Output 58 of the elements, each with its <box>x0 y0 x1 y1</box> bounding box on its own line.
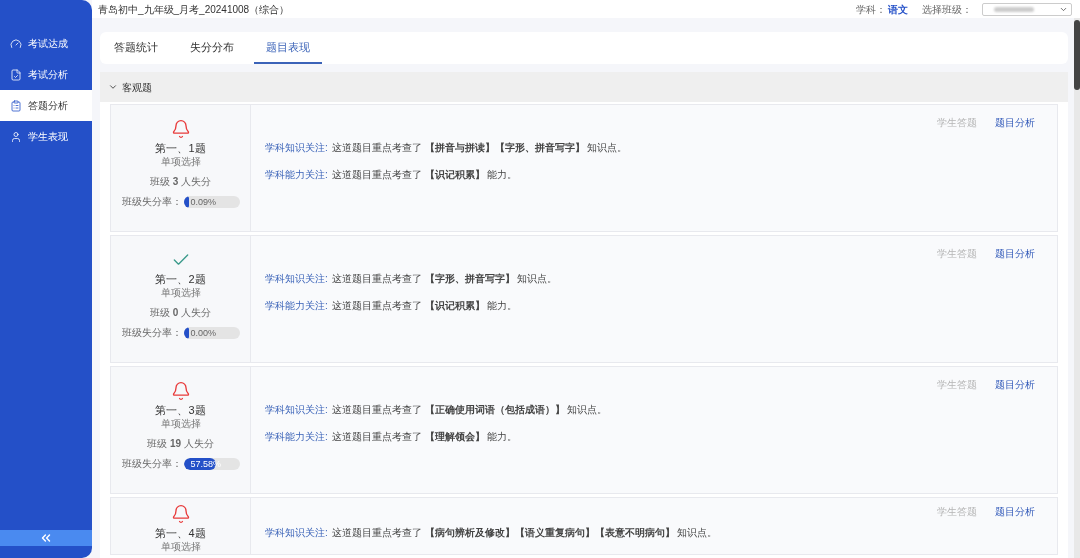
class-select[interactable] <box>982 2 1072 16</box>
ability-label: 学科能力关注: <box>265 168 328 182</box>
class-select-label: 选择班级： <box>922 2 972 17</box>
knowledge-text: 这道题目重点考查了 【正确使用词语（包括成语）】 知识点。 <box>331 403 608 417</box>
rate-label: 班级失分率： <box>121 326 182 340</box>
action-link[interactable]: 题目分析 <box>987 113 1043 132</box>
knowledge-label: 学科知识关注: <box>265 526 328 540</box>
double-chevron-left-icon <box>39 531 53 545</box>
section-header[interactable]: 客观题 <box>100 72 1068 102</box>
question-number: 第一、1题 <box>155 141 206 155</box>
tab[interactable]: 题目表现 <box>254 32 322 64</box>
sidebar-item[interactable]: 答题分析 <box>0 90 92 121</box>
question-type: 单项选择 <box>160 417 201 431</box>
question-number: 第一、2题 <box>155 272 206 286</box>
user-icon <box>10 130 22 143</box>
gauge-icon <box>10 37 22 50</box>
knowledge-label: 学科知识关注: <box>265 141 328 155</box>
rate-label: 班级失分率： <box>121 195 182 209</box>
tab[interactable]: 失分分布 <box>178 32 246 64</box>
rate-value: 0.00% <box>189 326 218 339</box>
rate-value: 0.09% <box>189 195 218 208</box>
lost-count: 班级 19 人失分 <box>147 437 214 451</box>
document-icon <box>10 68 22 81</box>
sidebar-item[interactable]: 考试分析 <box>0 59 92 90</box>
ability-text: 这道题目重点考查了 【理解领会】 能力。 <box>331 430 518 444</box>
knowledge-text: 这道题目重点考查了 【字形、拼音写字】 知识点。 <box>331 272 558 286</box>
action-link[interactable]: 题目分析 <box>987 375 1043 394</box>
bell-icon <box>170 119 191 139</box>
subject-label: 学科： <box>856 2 886 17</box>
scrollbar[interactable] <box>1074 18 1080 558</box>
chevron-down-icon <box>108 82 118 92</box>
sidebar-item[interactable]: 考试达成 <box>0 28 92 59</box>
rate-label: 班级失分率： <box>121 457 182 471</box>
question-type: 单项选择 <box>160 286 201 300</box>
knowledge-label: 学科知识关注: <box>265 272 328 286</box>
knowledge-text: 这道题目重点考查了 【病句辨析及修改】【语义重复病句】【表意不明病句】 知识点。 <box>331 526 718 540</box>
bell-icon <box>170 504 191 524</box>
collapse-sidebar-button[interactable] <box>0 530 92 546</box>
tab[interactable]: 答题统计 <box>102 32 170 64</box>
question-type: 单项选择 <box>160 155 201 169</box>
question-type: 单项选择 <box>160 540 201 554</box>
ability-label: 学科能力关注: <box>265 430 328 444</box>
lost-count: 班级 3 人失分 <box>149 175 212 189</box>
bell-icon <box>170 381 191 401</box>
question-number: 第一、3题 <box>155 403 206 417</box>
sidebar-item[interactable]: 学生表现 <box>0 121 92 152</box>
ability-label: 学科能力关注: <box>265 299 328 313</box>
knowledge-text: 这道题目重点考查了 【拼音与拼读】【字形、拼音写字】 知识点。 <box>331 141 628 155</box>
knowledge-label: 学科知识关注: <box>265 403 328 417</box>
lost-count: 班级 0 人失分 <box>149 306 212 320</box>
exam-title: 青岛初中_九年级_月考_20241008（综合） <box>98 2 290 17</box>
clipboard-icon <box>10 99 22 112</box>
subject-value: 语文 <box>888 2 908 17</box>
ability-text: 这道题目重点考查了 【识记积累】 能力。 <box>331 168 518 182</box>
ability-text: 这道题目重点考查了 【识记积累】 能力。 <box>331 299 518 313</box>
question-number: 第一、4题 <box>155 526 206 540</box>
action-link[interactable]: 题目分析 <box>987 244 1043 263</box>
action-link[interactable]: 题目分析 <box>987 502 1043 521</box>
